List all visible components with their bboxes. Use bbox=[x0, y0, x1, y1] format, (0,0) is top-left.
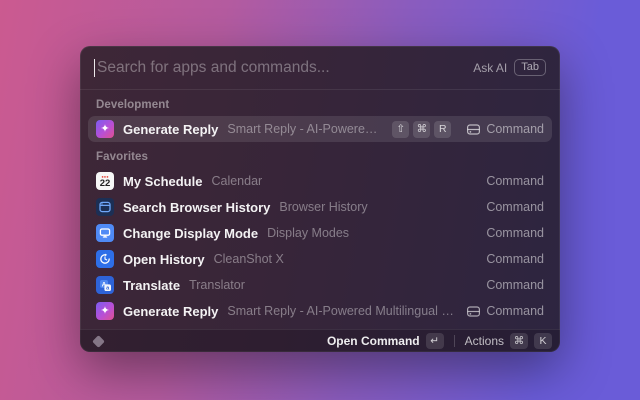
launcher-window: Ask AI Tab Development ✦ Generate Reply … bbox=[80, 46, 560, 352]
item-title: Translate bbox=[123, 278, 180, 293]
list-item-change-display-mode[interactable]: Change Display Mode Display Modes Comman… bbox=[88, 220, 552, 246]
browser-history-icon bbox=[96, 198, 114, 216]
item-subtitle: Browser History bbox=[279, 200, 477, 214]
command-key-badge: ⌘ bbox=[510, 333, 528, 349]
item-type: Command bbox=[486, 174, 544, 188]
list-item-my-schedule[interactable]: ●●● 22 My Schedule Calendar Command bbox=[88, 168, 552, 194]
section-header-development: Development bbox=[88, 90, 552, 116]
search-input[interactable] bbox=[97, 59, 473, 77]
generate-reply-icon: ✦ bbox=[96, 302, 114, 320]
item-title: Change Display Mode bbox=[123, 226, 258, 241]
calendar-icon: ●●● 22 bbox=[96, 172, 114, 190]
item-subtitle: Smart Reply - AI-Powered Multilingual Re… bbox=[227, 122, 383, 136]
section-header-favorites: Favorites bbox=[88, 142, 552, 168]
item-subtitle: Display Modes bbox=[267, 226, 477, 240]
item-title: Generate Reply bbox=[123, 122, 218, 137]
k-key-badge: K bbox=[534, 333, 552, 349]
item-subtitle: CleanShot X bbox=[214, 252, 478, 266]
cleanshot-history-icon bbox=[96, 250, 114, 268]
item-type: Command bbox=[486, 278, 544, 292]
item-type: Command bbox=[486, 226, 544, 240]
tab-key-badge: Tab bbox=[514, 59, 546, 76]
item-subtitle: Calendar bbox=[211, 174, 477, 188]
item-title: My Schedule bbox=[123, 174, 202, 189]
app-logo-icon bbox=[92, 335, 105, 348]
display-modes-icon bbox=[96, 224, 114, 242]
ask-ai-button[interactable]: Ask AI Tab bbox=[473, 59, 546, 76]
item-type: Command bbox=[486, 252, 544, 266]
extension-drive-icon bbox=[466, 122, 481, 137]
footer-bar: Open Command ↵ Actions ⌘ K bbox=[80, 329, 560, 352]
item-title: Search Browser History bbox=[123, 200, 270, 215]
return-key-badge: ↵ bbox=[426, 333, 444, 349]
item-type: Command bbox=[486, 200, 544, 214]
ask-ai-label: Ask AI bbox=[473, 61, 507, 75]
open-command-button[interactable]: Open Command bbox=[327, 334, 420, 348]
item-type: Command bbox=[486, 304, 544, 318]
results-list[interactable]: Development ✦ Generate Reply Smart Reply… bbox=[80, 90, 560, 329]
actions-button[interactable]: Actions bbox=[465, 334, 504, 348]
search-bar: Ask AI Tab bbox=[80, 46, 560, 90]
list-item-search-browser-history[interactable]: Search Browser History Browser History C… bbox=[88, 194, 552, 220]
text-caret bbox=[94, 59, 95, 77]
shift-key-badge: ⇧ bbox=[392, 121, 409, 138]
footer-divider bbox=[454, 335, 455, 347]
generate-reply-icon: ✦ bbox=[96, 120, 114, 138]
item-title: Generate Reply bbox=[123, 304, 218, 319]
list-item-generate-reply-selected[interactable]: ✦ Generate Reply Smart Reply - AI-Powere… bbox=[88, 116, 552, 142]
item-subtitle: Translator bbox=[189, 278, 477, 292]
list-item-translate[interactable]: A a Translate Translator Command bbox=[88, 272, 552, 298]
item-type: Command bbox=[486, 122, 544, 136]
item-title: Open History bbox=[123, 252, 205, 267]
extension-drive-icon bbox=[466, 304, 481, 319]
list-item-open-history[interactable]: Open History CleanShot X Command bbox=[88, 246, 552, 272]
translator-icon: A a bbox=[96, 276, 114, 294]
item-subtitle: Smart Reply - AI-Powered Multilingual Re… bbox=[227, 304, 457, 318]
r-key-badge: R bbox=[434, 121, 451, 138]
command-key-badge: ⌘ bbox=[413, 121, 430, 138]
list-item-generate-reply-favorite[interactable]: ✦ Generate Reply Smart Reply - AI-Powere… bbox=[88, 298, 552, 324]
shortcut-keys: ⇧ ⌘ R bbox=[392, 121, 451, 138]
